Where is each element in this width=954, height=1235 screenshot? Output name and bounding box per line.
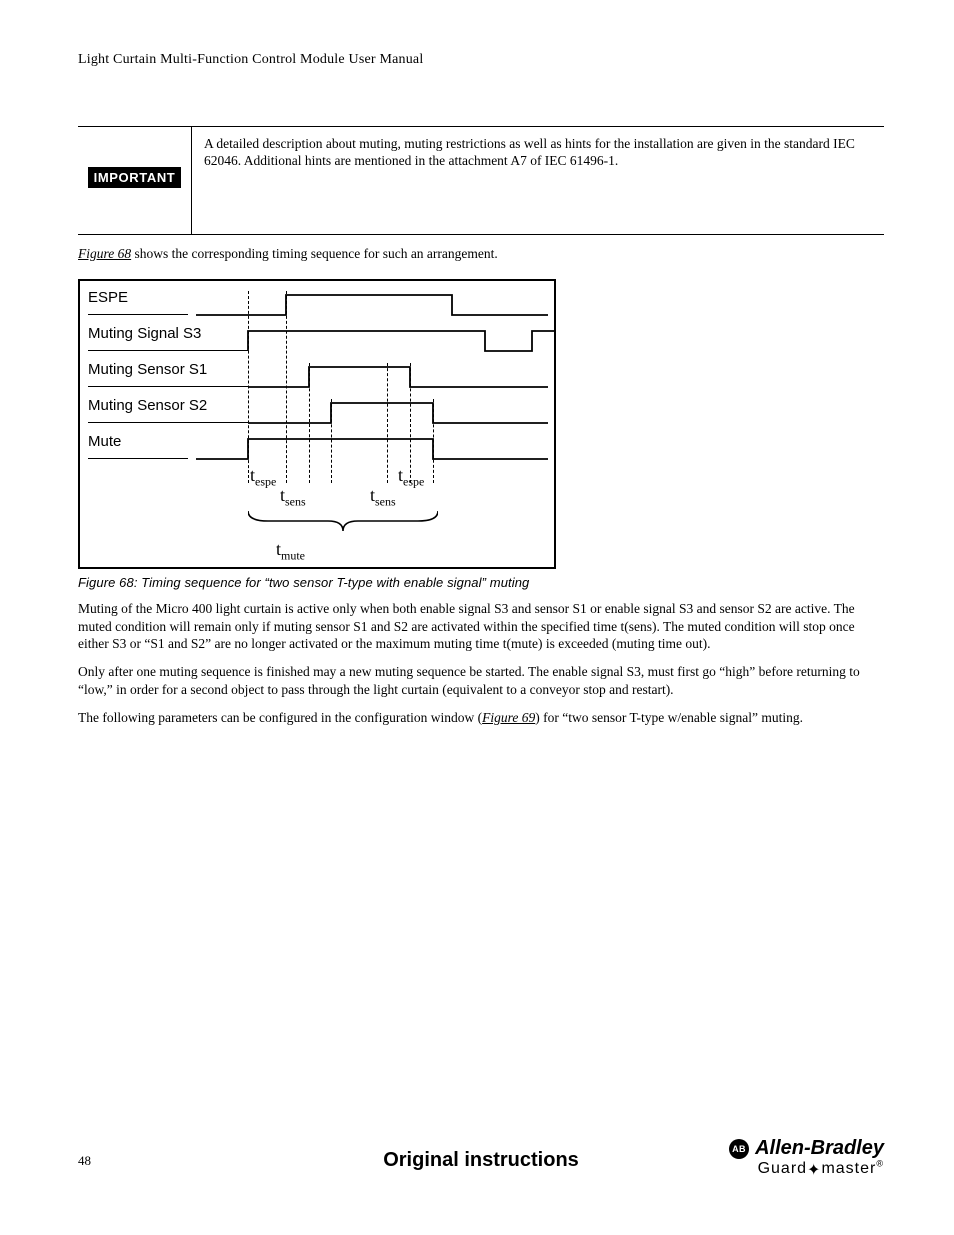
dash-line xyxy=(309,363,310,483)
figure-69-link[interactable]: Figure 69 xyxy=(482,710,535,725)
timing-diagram: ESPE Muting Signal S3 Muting Sensor S1 M… xyxy=(78,279,556,569)
t-sens-label-left: tsens xyxy=(280,485,306,510)
brand-name-bottom: Guard✦master® xyxy=(729,1158,884,1178)
page-footer: 48 Original instructions AB Allen-Bradle… xyxy=(78,1137,884,1207)
intro-line: Figure 68 shows the corresponding timing… xyxy=(78,245,884,263)
t-espe-label-left: tespe xyxy=(250,465,276,490)
brand-logo: AB Allen-Bradley Guard✦master® xyxy=(729,1137,884,1178)
signal-s3 xyxy=(88,319,556,355)
tmute-brace xyxy=(248,509,438,533)
dash-line xyxy=(331,399,332,483)
t-mute-label: tmute xyxy=(276,539,305,564)
dash-line xyxy=(433,399,434,483)
important-badge: IMPORTANT xyxy=(88,167,182,188)
signal-mute xyxy=(88,427,556,463)
t-espe-label-right: tespe xyxy=(398,465,424,490)
dash-line xyxy=(248,291,249,483)
signal-s1 xyxy=(88,355,556,391)
signal-espe xyxy=(88,283,556,319)
paragraph-1: Muting of the Micro 400 light curtain is… xyxy=(78,600,884,653)
figure-68-caption: Figure 68: Timing sequence for “two sens… xyxy=(78,575,884,590)
dash-line xyxy=(286,291,287,483)
para3-prefix: The following parameters can be configur… xyxy=(78,710,482,725)
signal-s2 xyxy=(88,391,556,427)
para3-suffix: ) for “two sensor T-type w/enable signal… xyxy=(535,710,803,725)
brand-name-top: Allen-Bradley xyxy=(755,1137,884,1160)
page-header-title: Light Curtain Multi-Function Control Mod… xyxy=(78,52,884,68)
t-sens-label-right: tsens xyxy=(370,485,396,510)
important-callout: IMPORTANT A detailed description about m… xyxy=(78,126,884,235)
callout-text: A detailed description about muting, mut… xyxy=(192,127,884,234)
dash-line xyxy=(387,363,388,483)
paragraph-2: Only after one muting sequence is finish… xyxy=(78,663,884,699)
figure-68-link[interactable]: Figure 68 xyxy=(78,246,131,261)
callout-badge-cell: IMPORTANT xyxy=(78,127,192,234)
ab-circle-icon: AB xyxy=(729,1139,749,1159)
intro-line-suffix: shows the corresponding timing sequence … xyxy=(131,246,498,261)
paragraph-3: The following parameters can be configur… xyxy=(78,709,884,727)
